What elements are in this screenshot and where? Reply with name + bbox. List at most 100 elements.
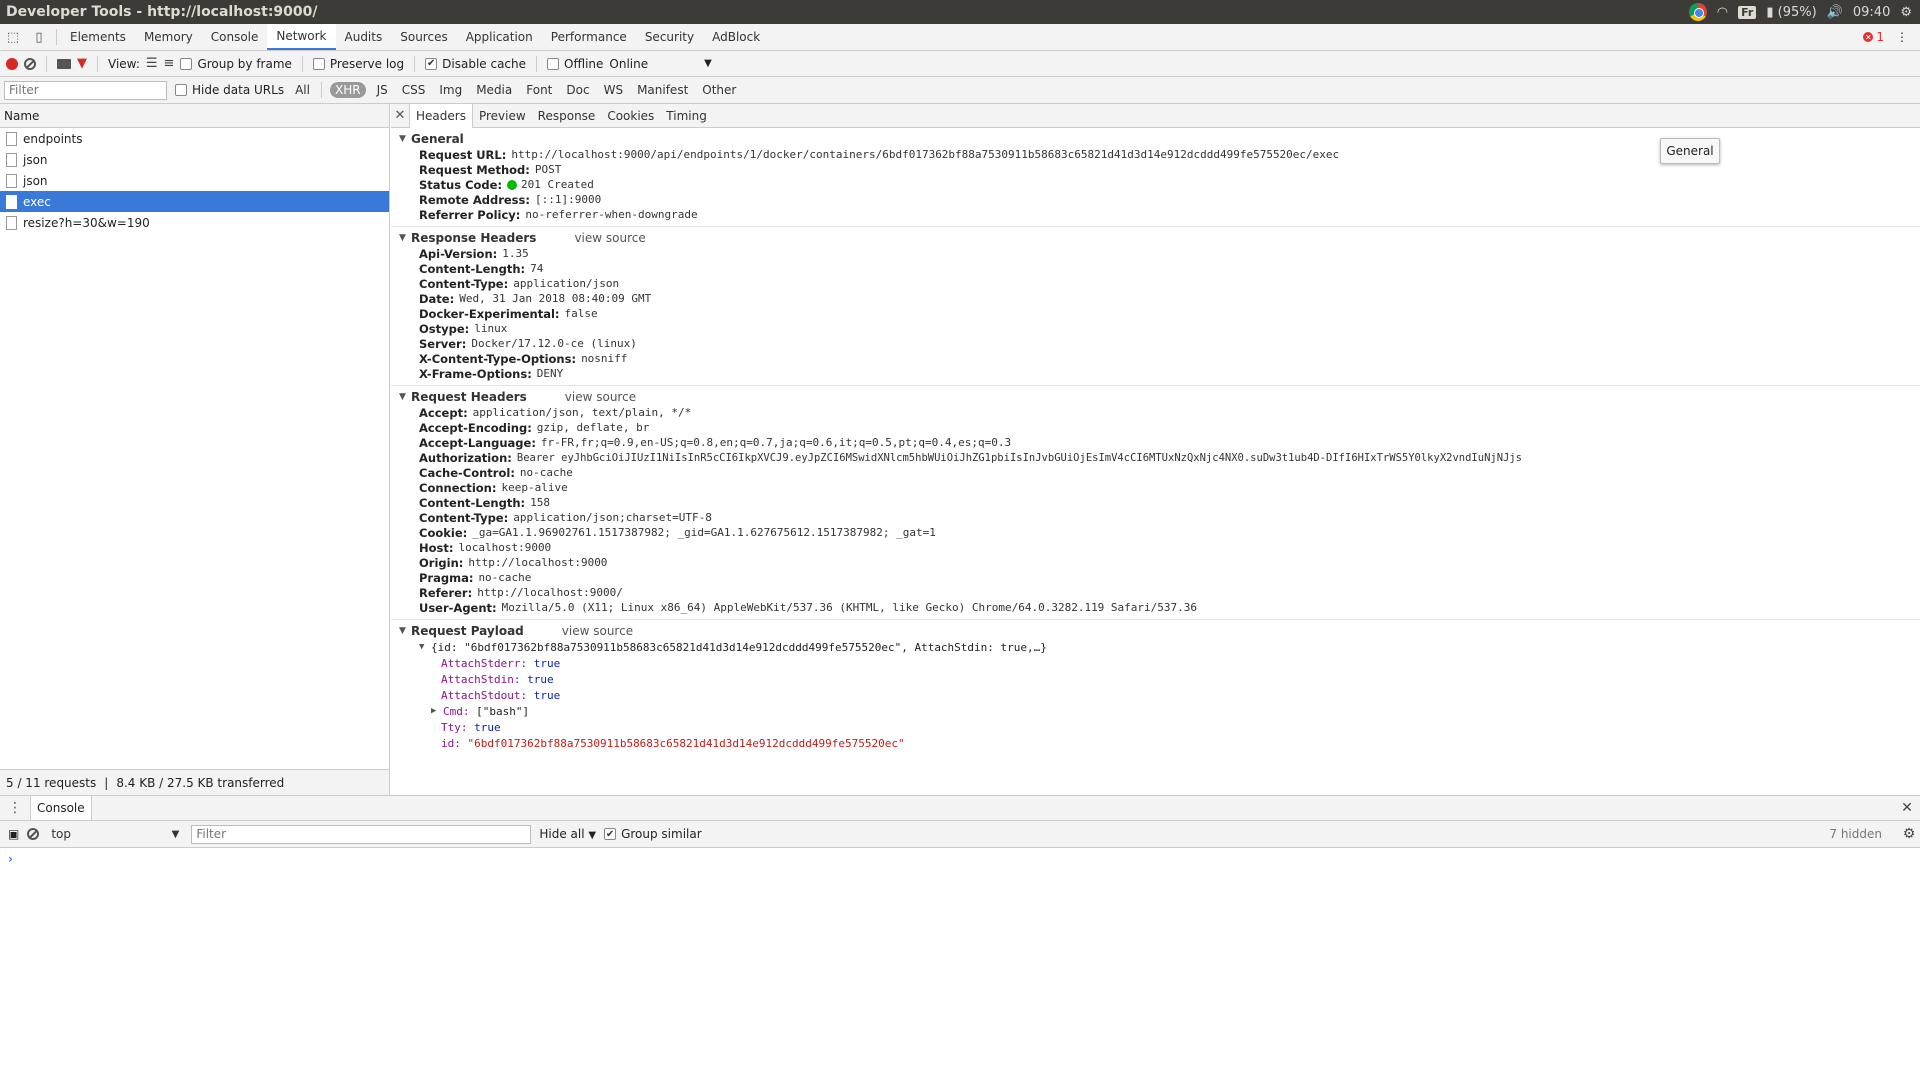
- toolbar-divider: [97, 55, 98, 72]
- filter-type-css[interactable]: CSS: [399, 82, 429, 98]
- view-source-link[interactable]: view source: [574, 231, 645, 245]
- close-icon[interactable]: ✕: [1894, 796, 1920, 820]
- wifi-icon[interactable]: ◠: [1717, 5, 1728, 20]
- capture-screenshots-icon[interactable]: [57, 58, 71, 69]
- throttle-select[interactable]: Online ▼: [609, 57, 711, 71]
- overview-icon[interactable]: ≡: [164, 56, 175, 71]
- clear-icon[interactable]: [24, 57, 36, 70]
- clear-console-icon[interactable]: [27, 828, 40, 840]
- more-options-icon[interactable]: ⋮: [1896, 30, 1908, 44]
- property-value: true: [527, 672, 554, 686]
- document-icon: [6, 131, 17, 146]
- group-similar-label: Group similar: [621, 827, 702, 841]
- battery-indicator[interactable]: ▮ (95%): [1766, 5, 1816, 20]
- group-similar-checkbox[interactable]: ✔ Group similar: [604, 827, 702, 841]
- checkbox-unchecked[interactable]: [175, 84, 187, 96]
- filter-type-img[interactable]: Img: [436, 82, 465, 98]
- header-value: DENY: [536, 367, 564, 380]
- triangle-down-icon: ▼: [399, 233, 406, 243]
- chevron-down-icon: ▼: [588, 830, 597, 841]
- keyboard-layout[interactable]: Fr: [1738, 5, 1757, 19]
- view-source-link[interactable]: view source: [565, 390, 636, 404]
- console-output[interactable]: ›: [0, 848, 1920, 1080]
- header-key: Cookie:: [419, 525, 468, 540]
- filter-type-ws[interactable]: WS: [601, 82, 626, 98]
- record-icon[interactable]: [6, 57, 18, 70]
- filter-divider: [320, 82, 322, 98]
- filter-type-font[interactable]: Font: [523, 82, 555, 98]
- request-headers-section-header[interactable]: ▼ Request Headers view source: [391, 389, 1920, 405]
- checkbox-unchecked[interactable]: [180, 57, 193, 70]
- checkbox-unchecked[interactable]: [312, 57, 325, 70]
- request-row-exec[interactable]: exec: [0, 191, 389, 212]
- checkbox-unchecked[interactable]: [547, 57, 560, 70]
- gear-icon[interactable]: ⚙: [1898, 826, 1920, 842]
- clock[interactable]: 09:40: [1853, 5, 1890, 20]
- tab-response[interactable]: Response: [532, 104, 602, 127]
- filter-type-xhr[interactable]: XHR: [329, 82, 366, 98]
- hide-data-urls-checkbox[interactable]: Hide data URLs: [175, 83, 284, 97]
- context-select[interactable]: top ▼: [47, 825, 183, 844]
- filter-input[interactable]: [4, 80, 167, 100]
- os-title-bar: Developer Tools - http://localhost:9000/…: [0, 0, 1920, 24]
- sidebar-toggle-icon[interactable]: ▣: [8, 827, 19, 841]
- header-row: Cookie: _ga=GA1.1.96902761.1517387982; _g…: [391, 525, 1920, 540]
- request-row-json[interactable]: json: [0, 149, 389, 170]
- checkmark-icon[interactable]: ✔: [425, 57, 438, 70]
- disable-cache-checkbox[interactable]: ✔ Disable cache: [425, 57, 526, 71]
- tab-elements[interactable]: Elements: [61, 24, 135, 50]
- filter-type-all[interactable]: All: [292, 82, 313, 98]
- large-rows-icon[interactable]: ☰: [146, 56, 158, 71]
- tab-adblock[interactable]: AdBlock: [703, 24, 769, 50]
- disable-cache-label: Disable cache: [442, 56, 527, 71]
- tab-audits[interactable]: Audits: [336, 24, 392, 50]
- request-row-json[interactable]: json: [0, 170, 389, 191]
- tab-console[interactable]: Console: [202, 24, 268, 50]
- log-level-select[interactable]: Hide all ▼: [539, 827, 596, 841]
- volume-icon[interactable]: 🔊: [1827, 5, 1843, 20]
- group-by-frame-checkbox[interactable]: Group by frame: [180, 57, 292, 71]
- request-payload-section-header[interactable]: ▼ Request Payload view source: [391, 623, 1920, 639]
- inspect-element-icon[interactable]: ⬚: [0, 24, 26, 50]
- tab-headers[interactable]: Headers: [409, 104, 473, 128]
- payload-root[interactable]: ▼ {id: "6bdf017362bf88a7530911b58683c658…: [391, 639, 1920, 655]
- tab-security[interactable]: Security: [636, 24, 703, 50]
- request-row-resize[interactable]: resize?h=30&w=190: [0, 212, 389, 233]
- tab-network[interactable]: Network: [267, 24, 336, 50]
- tab-sources[interactable]: Sources: [391, 24, 456, 50]
- chrome-icon[interactable]: [1688, 3, 1707, 21]
- response-headers-section-header[interactable]: ▼ Response Headers view source: [391, 230, 1920, 246]
- payload-property-cmd[interactable]: ▶ Cmd: ["bash"]: [391, 703, 1920, 719]
- view-source-link[interactable]: view source: [562, 624, 633, 638]
- offline-checkbox[interactable]: Offline: [547, 57, 603, 71]
- filter-type-doc[interactable]: Doc: [563, 82, 592, 98]
- header-value: application/json: [513, 277, 620, 290]
- filter-type-media[interactable]: Media: [473, 82, 515, 98]
- request-row-endpoints[interactable]: endpoints: [0, 128, 389, 149]
- tab-memory[interactable]: Memory: [135, 24, 202, 50]
- header-key: Accept-Encoding:: [419, 420, 532, 435]
- console-filter-input[interactable]: [191, 824, 532, 844]
- header-row: Ostype: linux: [391, 321, 1920, 336]
- tab-console-drawer[interactable]: Console: [30, 796, 92, 820]
- filter-type-other[interactable]: Other: [699, 82, 739, 98]
- document-icon: [6, 173, 17, 188]
- tab-preview[interactable]: Preview: [473, 104, 532, 127]
- close-icon[interactable]: ✕: [391, 104, 409, 127]
- error-counter[interactable]: ✕ 1: [1863, 30, 1884, 44]
- settings-gear-icon[interactable]: ⚙: [1900, 5, 1912, 20]
- tab-application[interactable]: Application: [457, 24, 542, 50]
- preserve-log-checkbox[interactable]: Preserve log: [312, 57, 404, 71]
- filter-type-manifest[interactable]: Manifest: [634, 82, 691, 98]
- tab-cookies[interactable]: Cookies: [601, 104, 660, 127]
- filter-type-js[interactable]: JS: [374, 82, 391, 98]
- drawer-menu-icon[interactable]: ⋮: [0, 796, 30, 820]
- toolbar-divider: [536, 55, 538, 72]
- header-value: application/json;charset=UTF-8: [513, 511, 712, 524]
- name-column-header[interactable]: Name: [0, 104, 389, 128]
- filter-icon[interactable]: ▼: [77, 56, 87, 71]
- checkmark-icon[interactable]: ✔: [604, 828, 617, 840]
- device-toolbar-icon[interactable]: ▯: [26, 24, 52, 50]
- tab-timing[interactable]: Timing: [660, 104, 713, 127]
- tab-performance[interactable]: Performance: [542, 24, 636, 50]
